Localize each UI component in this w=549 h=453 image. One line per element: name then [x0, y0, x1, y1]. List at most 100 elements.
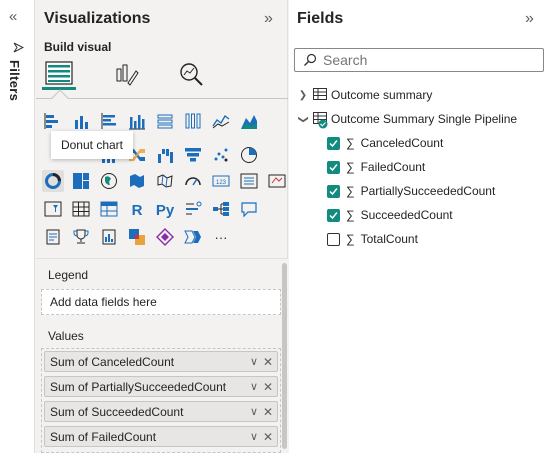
- fields-title: Fields: [297, 10, 344, 27]
- value-field-pill[interactable]: Sum of SucceededCount ∨ ✕: [44, 401, 278, 422]
- stacked-bar-chart-icon[interactable]: [42, 110, 64, 132]
- svg-text:R: R: [132, 202, 143, 218]
- svg-text:Py: Py: [156, 202, 175, 218]
- filters-label[interactable]: Filters: [7, 60, 22, 101]
- checkbox-checked[interactable]: [327, 208, 340, 222]
- table-row-outcome-summary[interactable]: ❯ Outcome summary: [297, 85, 432, 105]
- pie-chart-icon[interactable]: [238, 144, 260, 166]
- search-input[interactable]: [323, 52, 523, 68]
- 100-percent-bar-chart-icon[interactable]: [154, 110, 176, 132]
- legend-well-label: Legend: [48, 268, 89, 282]
- power-apps-icon[interactable]: [126, 226, 148, 248]
- flow-chevrons-icon[interactable]: [182, 226, 204, 248]
- table-name: Outcome summary: [331, 88, 433, 102]
- chevron-right-icon[interactable]: ❯: [297, 90, 309, 101]
- format-paintbrush-icon: [116, 64, 139, 86]
- funnel-icon: [13, 40, 25, 58]
- treemap-icon[interactable]: [70, 170, 92, 192]
- field-name: CanceledCount: [360, 136, 444, 150]
- 100-percent-column-chart-icon[interactable]: [182, 110, 204, 132]
- build-visual-icon: [45, 60, 73, 85]
- chevron-down-icon[interactable]: ∨: [247, 430, 261, 443]
- filled-map-icon[interactable]: [126, 170, 148, 192]
- table-in-use-icon: [313, 111, 328, 128]
- sigma-icon: ∑: [346, 160, 355, 174]
- donut-chart-icon[interactable]: [42, 170, 64, 192]
- legend-drop-zone[interactable]: Add data fields here: [41, 289, 281, 315]
- map-globe-icon[interactable]: [98, 170, 120, 192]
- wells-scrollbar[interactable]: [281, 259, 287, 453]
- chevron-down-icon[interactable]: ∨: [247, 405, 261, 418]
- mode-divider: [36, 98, 288, 99]
- r-script-visual-icon[interactable]: R: [126, 198, 148, 220]
- expand-visualizations-icon[interactable]: »: [264, 10, 273, 28]
- smart-narrative-icon[interactable]: [42, 226, 64, 248]
- checkbox-checked[interactable]: [327, 184, 340, 198]
- donut-chart-tooltip: Donut chart: [51, 131, 133, 159]
- value-field-label: Sum of FailedCount: [50, 429, 157, 444]
- gauge-icon[interactable]: [182, 170, 204, 192]
- collapse-filters-icon[interactable]: «: [9, 8, 17, 25]
- kpi-icon[interactable]: [266, 170, 288, 192]
- field-row-totalcount[interactable]: ∑ TotalCount: [327, 229, 418, 249]
- checkbox-checked[interactable]: [327, 136, 340, 150]
- multi-row-card-icon[interactable]: [238, 170, 260, 192]
- value-field-label: Sum of PartiallySucceededCount: [50, 379, 227, 394]
- expand-fields-icon[interactable]: »: [525, 10, 534, 28]
- more-visuals-icon[interactable]: ···: [210, 226, 232, 248]
- qna-speech-icon[interactable]: [238, 198, 260, 220]
- azure-map-icon[interactable]: [154, 170, 176, 192]
- line-chart-icon[interactable]: [210, 110, 232, 132]
- table-row-outcome-summary-single-pipeline[interactable]: ❯ Outcome Summary Single Pipeline: [297, 109, 517, 129]
- close-icon[interactable]: ✕: [261, 430, 275, 444]
- waterfall-chart-icon[interactable]: [154, 144, 176, 166]
- field-row-canceledcount[interactable]: ∑ CanceledCount: [327, 133, 443, 153]
- value-field-pill[interactable]: Sum of PartiallySucceededCount ∨ ✕: [44, 376, 278, 397]
- sigma-icon: ∑: [346, 232, 355, 246]
- fields-search-box[interactable]: [294, 48, 544, 72]
- sigma-icon: ∑: [346, 184, 355, 198]
- card-icon[interactable]: 123: [210, 170, 232, 192]
- trophy-goals-icon[interactable]: [70, 226, 92, 248]
- python-visual-icon[interactable]: Py: [154, 198, 176, 220]
- value-field-pill[interactable]: Sum of CanceledCount ∨ ✕: [44, 351, 278, 372]
- slicer-icon[interactable]: [42, 198, 64, 220]
- clustered-bar-chart-icon[interactable]: [98, 110, 120, 132]
- build-visual-label: Build visual: [44, 40, 112, 54]
- sigma-icon: ∑: [346, 208, 355, 222]
- chevron-down-icon[interactable]: ❯: [298, 113, 309, 125]
- field-row-succeededcount[interactable]: ∑ SucceededCount: [327, 205, 453, 225]
- close-icon[interactable]: ✕: [261, 380, 275, 394]
- search-icon: [304, 53, 317, 66]
- close-icon[interactable]: ✕: [261, 355, 275, 369]
- format-visual-button[interactable]: [110, 58, 144, 90]
- scatter-chart-icon[interactable]: [210, 144, 232, 166]
- value-field-pill[interactable]: Sum of FailedCount ∨ ✕: [44, 426, 278, 447]
- stacked-column-chart-icon[interactable]: [70, 110, 92, 132]
- clustered-column-chart-icon[interactable]: [126, 110, 148, 132]
- wells-scroll-thumb[interactable]: [282, 263, 287, 449]
- area-chart-icon[interactable]: [238, 110, 260, 132]
- field-wells: Legend Add data fields here Values Sum o…: [36, 259, 288, 453]
- svg-text:123: 123: [216, 180, 227, 186]
- power-automate-icon[interactable]: [154, 226, 176, 248]
- table-visual-icon[interactable]: [70, 198, 92, 220]
- analytics-button[interactable]: [174, 58, 208, 90]
- matrix-icon[interactable]: [98, 198, 120, 220]
- key-influencers-icon[interactable]: [182, 198, 204, 220]
- filters-pane-collapsed[interactable]: « Filters: [0, 0, 35, 453]
- chevron-down-icon[interactable]: ∨: [247, 380, 261, 393]
- close-icon[interactable]: ✕: [261, 405, 275, 419]
- field-row-failedcount[interactable]: ∑ FailedCount: [327, 157, 425, 177]
- values-drop-zone[interactable]: Sum of CanceledCount ∨ ✕ Sum of Partiall…: [41, 348, 281, 453]
- decomposition-tree-icon[interactable]: [210, 198, 232, 220]
- build-visual-button[interactable]: [42, 58, 76, 90]
- funnel-chart-icon[interactable]: [182, 144, 204, 166]
- field-name: PartiallySucceededCount: [360, 184, 496, 198]
- chevron-down-icon[interactable]: ∨: [247, 355, 261, 368]
- value-field-label: Sum of CanceledCount: [50, 354, 175, 369]
- paginated-report-icon[interactable]: [98, 226, 120, 248]
- field-row-partiallysucceededcount[interactable]: ∑ PartiallySucceededCount: [327, 181, 495, 201]
- checkbox-checked[interactable]: [327, 160, 340, 174]
- checkbox-unchecked[interactable]: [327, 232, 340, 246]
